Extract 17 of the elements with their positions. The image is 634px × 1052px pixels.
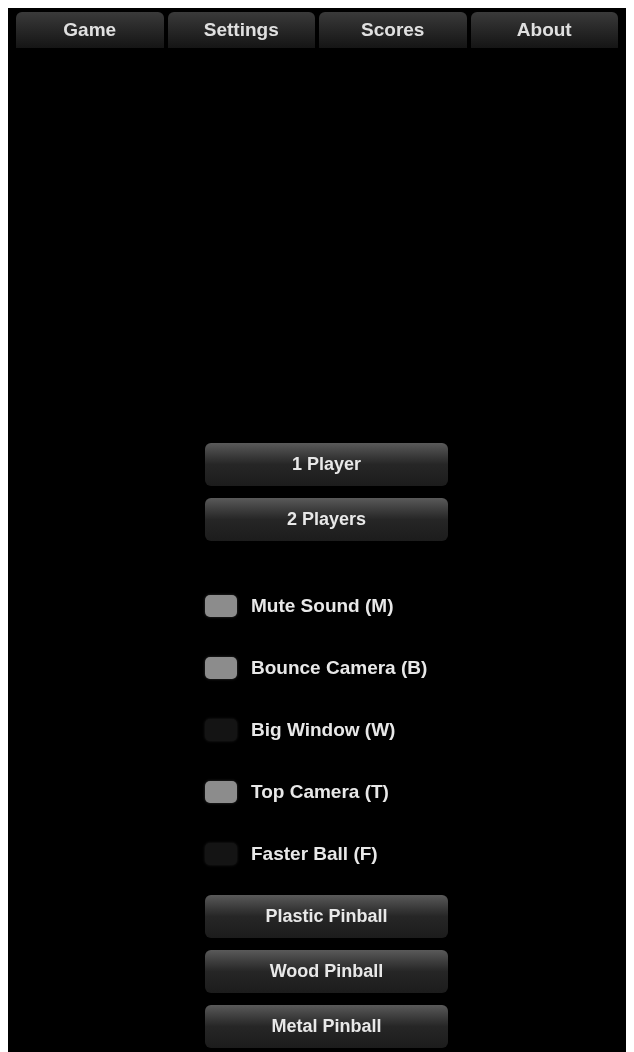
- checkbox-label: Faster Ball (F): [251, 841, 378, 866]
- checkbox-label: Top Camera (T): [251, 779, 389, 804]
- checkbox[interactable]: [205, 657, 237, 679]
- menu-button[interactable]: Metal Pinball: [205, 1005, 448, 1048]
- menu-button[interactable]: Plastic Pinball: [205, 895, 448, 938]
- checkbox[interactable]: [205, 595, 237, 617]
- menu-button[interactable]: 1 Player: [205, 443, 448, 486]
- tab[interactable]: Scores: [319, 12, 467, 48]
- checkbox-label: Bounce Camera (B): [251, 655, 428, 680]
- tab[interactable]: About: [470, 12, 618, 48]
- menu-button[interactable]: 2 Players: [205, 498, 448, 541]
- checkbox[interactable]: [205, 781, 237, 803]
- tab[interactable]: Game: [16, 12, 164, 48]
- checkbox-label: Big Window (W): [251, 717, 396, 742]
- menu-button[interactable]: Wood Pinball: [205, 950, 448, 993]
- checkbox-label: Mute Sound (M): [251, 593, 394, 618]
- tab[interactable]: Settings: [167, 12, 315, 48]
